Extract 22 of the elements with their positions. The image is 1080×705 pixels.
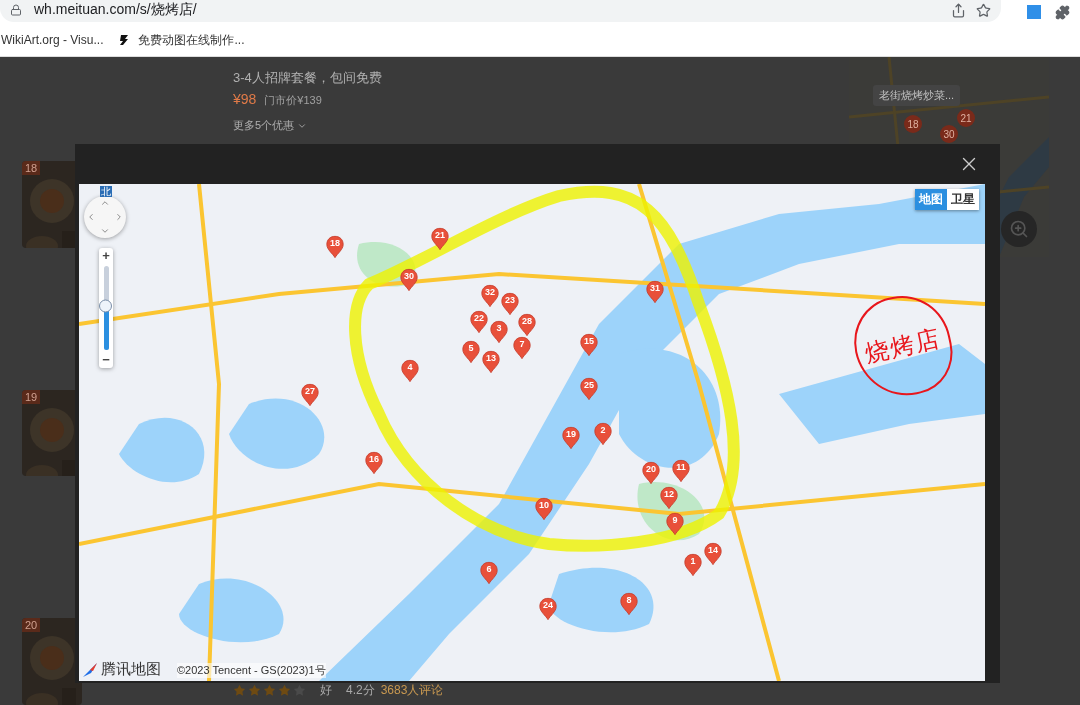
- deal-title: 3-4人招牌套餐，包间免费: [233, 69, 382, 87]
- star-icon: [233, 684, 246, 697]
- star-icon[interactable]: [976, 2, 991, 18]
- bookmark[interactable]: WikiArt.org - Visu...: [1, 33, 104, 47]
- deal-price: ¥98: [233, 91, 257, 107]
- puzzle-icon[interactable]: [1055, 4, 1070, 20]
- star-icon: [263, 684, 276, 697]
- star-icon: [248, 684, 261, 697]
- more-offers-link[interactable]: 更多5个优惠: [233, 118, 295, 133]
- bookmark-icon: [119, 34, 131, 46]
- rank-badge: 20: [22, 618, 41, 633]
- rating-grade: 好: [320, 682, 332, 699]
- address-bar[interactable]: wh.meituan.com/s/烧烤店/: [0, 0, 1001, 22]
- star-icon: [293, 684, 306, 697]
- original-price: 门市价¥139: [264, 93, 322, 108]
- bookmark[interactable]: 免费动图在线制作...: [138, 31, 245, 49]
- rank-badge: 19: [22, 389, 41, 404]
- review-count: 3683人评论: [380, 682, 444, 699]
- share-icon[interactable]: [951, 2, 966, 18]
- rating-score: 4.2分: [346, 682, 375, 699]
- star-icon: [278, 684, 291, 697]
- lock-icon: [10, 4, 22, 16]
